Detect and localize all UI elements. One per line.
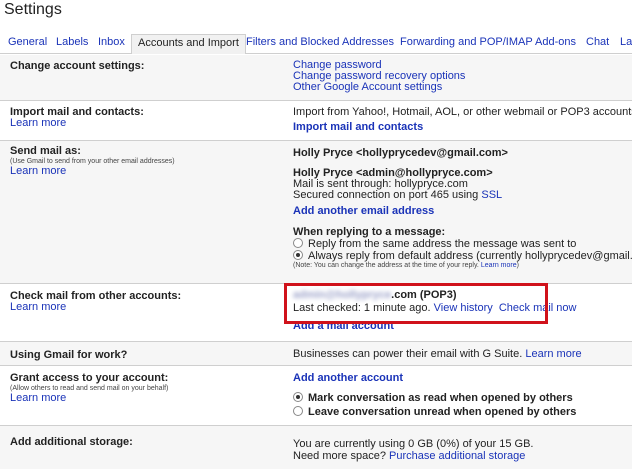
ssl-link[interactable]: SSL: [481, 189, 502, 201]
page-title: Settings: [4, 1, 62, 18]
storage-usage: You are currently using 0 GB (0%) of you…: [293, 438, 534, 450]
purchase-storage-link[interactable]: Purchase additional storage: [389, 450, 525, 462]
tab-inbox[interactable]: Inbox: [98, 36, 125, 48]
send-mail-as-title: Send mail as:: [10, 145, 81, 157]
import-learn-more-link[interactable]: Learn more: [10, 118, 144, 129]
storage-title: Add additional storage:: [10, 436, 133, 448]
reply-option-default[interactable]: Always reply from default address (curre…: [293, 250, 632, 262]
grant-option-mark-read-label: Mark conversation as read when opened by…: [308, 392, 573, 404]
reply-option-same[interactable]: Reply from the same address the message …: [293, 238, 632, 250]
grant-option-mark-read[interactable]: Mark conversation as read when opened by…: [293, 392, 576, 404]
reply-heading: When replying to a message:: [293, 226, 446, 238]
change-account-settings-row: Change account settings: Change password…: [0, 55, 632, 101]
change-account-settings-title: Change account settings:: [10, 60, 145, 72]
storage-row: Add additional storage: You are currentl…: [0, 426, 632, 469]
import-description: Import from Yahoo!, Hotmail, AOL, or oth…: [293, 106, 632, 118]
grant-option-leave-unread-label: Leave conversation unread when opened by…: [308, 406, 577, 418]
gsuite-description: Businesses can power their email with G …: [293, 348, 523, 360]
check-mail-learn-more-link[interactable]: Learn more: [10, 302, 181, 313]
settings-tabs: General Labels Inbox Accounts and Import…: [0, 34, 632, 54]
tab-labels[interactable]: Labels: [56, 36, 88, 48]
send-mail-as-row: Send mail as: (Use Gmail to send from yo…: [0, 141, 632, 284]
gsuite-learn-more-link[interactable]: Learn more: [525, 348, 581, 360]
reply-option-default-label: Always reply from default address (curre…: [308, 250, 632, 262]
tab-filters[interactable]: Filters and Blocked Addresses: [246, 36, 394, 48]
tab-add-ons[interactable]: Add-ons: [535, 36, 576, 48]
other-google-settings-link[interactable]: Other Google Account settings: [293, 82, 465, 93]
need-more-space-text: Need more space?: [293, 450, 389, 462]
grant-access-title: Grant access to your account:: [10, 372, 169, 384]
gmail-for-work-title: Using Gmail for work?: [10, 349, 128, 361]
tab-la[interactable]: La: [620, 36, 632, 48]
add-another-account-link[interactable]: Add another account: [293, 373, 576, 384]
reply-note-learn-more-link[interactable]: Learn more: [481, 262, 517, 269]
send-as-account-1: Holly Pryce <hollyprycedev@gmail.com>: [293, 147, 508, 159]
highlight-box: [284, 283, 548, 324]
radio-reply-default[interactable]: [293, 250, 303, 260]
radio-leave-unread[interactable]: [293, 406, 303, 416]
tab-accounts-and-import[interactable]: Accounts and Import: [131, 34, 246, 54]
tab-general[interactable]: General: [8, 36, 47, 48]
send-as-secure-text: Secured connection on port 465 using: [293, 189, 482, 201]
send-mail-learn-more-link[interactable]: Learn more: [10, 166, 175, 177]
reply-note-close: ): [516, 262, 519, 269]
tab-chat[interactable]: Chat: [586, 36, 609, 48]
reply-option-same-label: Reply from the same address the message …: [308, 238, 577, 250]
grant-access-row: Grant access to your account: (Allow oth…: [0, 366, 632, 426]
grant-access-learn-more-link[interactable]: Learn more: [10, 393, 168, 404]
add-email-address-link[interactable]: Add another email address: [293, 206, 632, 217]
gmail-for-work-row: Using Gmail for work? Businesses can pow…: [0, 342, 632, 366]
import-row: Import mail and contacts: Learn more Imp…: [0, 101, 632, 141]
radio-mark-read[interactable]: [293, 392, 303, 402]
grant-option-leave-unread[interactable]: Leave conversation unread when opened by…: [293, 406, 576, 418]
tab-forwarding-pop-imap[interactable]: Forwarding and POP/IMAP: [400, 36, 533, 48]
radio-reply-same[interactable]: [293, 238, 303, 248]
import-mail-contacts-link[interactable]: Import mail and contacts: [293, 122, 632, 133]
reply-note: (Note: You can change the address at the…: [293, 262, 632, 269]
reply-note-text: (Note: You can change the address at the…: [293, 262, 481, 269]
